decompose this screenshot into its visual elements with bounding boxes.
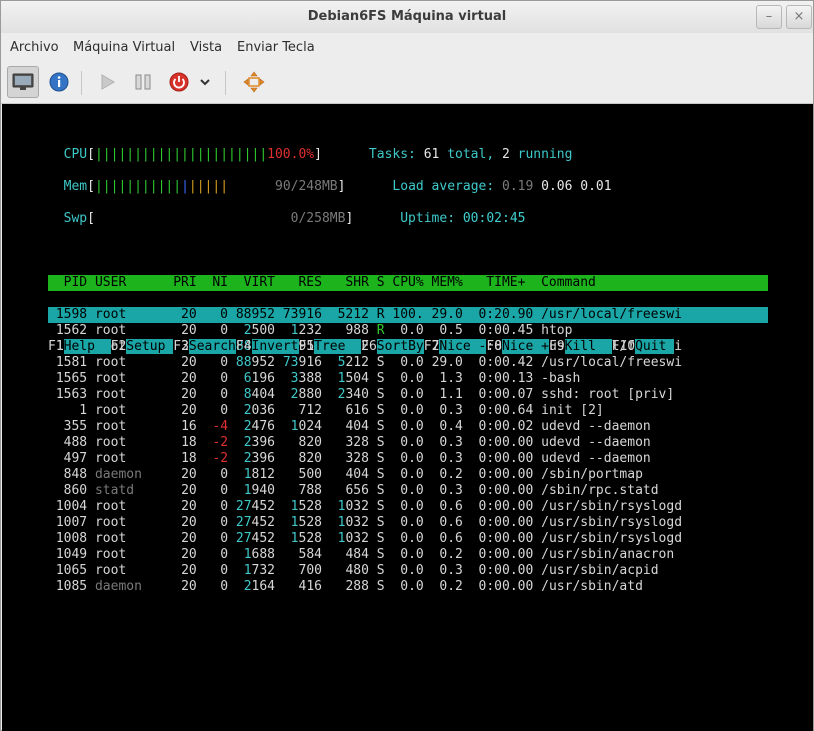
process-row[interactable]: 848 daemon 20 0 1812 500 404 S 0.0 0.2 0…: [48, 467, 768, 483]
menu-enviar-tecla[interactable]: Enviar Tecla: [237, 40, 315, 55]
pause-button[interactable]: [127, 66, 159, 98]
fkey-f3[interactable]: F3: [173, 339, 189, 354]
fkey-f10[interactable]: F10: [612, 339, 635, 354]
process-row[interactable]: 1598 root 20 0 88952 73916 5212 R 100. 2…: [48, 307, 768, 323]
fkey-label[interactable]: SortBy: [376, 339, 424, 354]
fullscreen-button[interactable]: [238, 66, 270, 98]
selected-process-row[interactable]: 1598 root 20 0 88952 73916 5212 R 100. 2…: [48, 307, 768, 323]
menu-bar: Archivo Máquina Virtual Vista Enviar Tec…: [1, 33, 813, 63]
fkey-label[interactable]: Search: [188, 339, 236, 354]
toolbar-separator: [81, 71, 82, 95]
process-row[interactable]: 1049 root 20 0 1688 584 484 S 0.0 0.2 0:…: [48, 547, 768, 563]
menu-archivo[interactable]: Archivo: [10, 40, 59, 55]
fkey-f2[interactable]: F2: [111, 339, 127, 354]
fkey-f9[interactable]: F9: [549, 339, 565, 354]
process-row[interactable]: 1563 root 20 0 8404 2880 2340 S 0.0 1.1 …: [48, 387, 768, 403]
process-row[interactable]: 1008 root 20 0 27452 1528 1032 S 0.0 0.6…: [48, 531, 768, 547]
process-row[interactable]: 497 root 18 -2 2396 820 328 S 0.0 0.3 0:…: [48, 451, 768, 467]
close-button[interactable]: ×: [786, 5, 812, 29]
process-row[interactable]: 1562 root 20 0 2500 1232 988 R 0.0 0.5 0…: [48, 323, 768, 339]
menu-maquina-virtual[interactable]: Máquina Virtual: [73, 40, 175, 55]
process-table-header[interactable]: PID USER PRI NI VIRT RES SHR S CPU% MEM%…: [48, 275, 768, 291]
fkey-label[interactable]: Help: [63, 339, 111, 354]
dropdown-chevron-icon: [200, 79, 210, 86]
fkey-label[interactable]: Nice -: [439, 339, 487, 354]
process-row[interactable]: 355 root 16 -4 2476 1024 404 S 0.0 0.4 0…: [48, 419, 768, 435]
run-button[interactable]: [91, 66, 123, 98]
swap-meter: Swp[ 0/258MB] Uptime: 00:02:45: [63, 211, 526, 226]
info-icon: [49, 72, 69, 92]
play-icon: [101, 74, 115, 90]
process-row[interactable]: 1581 root 20 0 88952 73916 5212 S 0.0 29…: [48, 355, 768, 371]
fkey-f5[interactable]: F5: [299, 339, 315, 354]
toolbar-separator: [225, 71, 226, 95]
fkey-label[interactable]: Quit: [635, 339, 675, 354]
pause-icon: [135, 74, 151, 90]
fkey-f6[interactable]: F6: [361, 339, 377, 354]
shutdown-button[interactable]: [163, 66, 195, 98]
power-icon: [169, 72, 189, 92]
vm-window: Debian6FS Máquina virtual – × Archivo Má…: [0, 0, 814, 731]
fkey-f8[interactable]: F8: [486, 339, 502, 354]
fkey-label[interactable]: Invert: [251, 339, 299, 354]
process-row[interactable]: 1065 root 20 0 1732 700 480 S 0.0 0.3 0:…: [48, 563, 768, 579]
function-key-bar: F1Help F2Setup F3SearchF4InvertF5Tree F6…: [48, 339, 768, 355]
fkey-f4[interactable]: F4: [236, 339, 252, 354]
console-icon: [12, 73, 34, 90]
process-row[interactable]: 1565 root 20 0 6196 3388 1504 S 0.0 1.3 …: [48, 371, 768, 387]
cpu-meter: CPU[||||||||||||||||||||||100.0%] Tasks:…: [63, 147, 573, 162]
process-row[interactable]: 1085 daemon 20 0 2164 416 288 S 0.0 0.2 …: [48, 579, 768, 595]
process-row[interactable]: 488 root 18 -2 2396 820 328 S 0.0 0.3 0:…: [48, 435, 768, 451]
mem-meter: Mem[||||||||||||||||| 90/248MB] Load ave…: [63, 179, 612, 194]
minimize-button[interactable]: –: [756, 5, 782, 29]
window-title: Debian6FS Máquina virtual: [307, 9, 507, 24]
console-button[interactable]: [7, 66, 39, 98]
fkey-label[interactable]: Tree: [314, 339, 362, 354]
process-row[interactable]: 1 root 20 0 2036 712 616 S 0.0 0.3 0:00.…: [48, 403, 768, 419]
toolbar: [1, 63, 813, 104]
title-bar[interactable]: Debian6FS Máquina virtual – ×: [1, 1, 813, 33]
htop-terminal[interactable]: CPU[||||||||||||||||||||||100.0%] Tasks:…: [48, 131, 768, 594]
shutdown-menu-button[interactable]: [195, 66, 215, 98]
process-row[interactable]: 860 statd 20 0 1940 788 656 S 0.0 0.3 0:…: [48, 483, 768, 499]
fkey-label[interactable]: Nice +: [502, 339, 549, 354]
details-button[interactable]: [43, 66, 75, 98]
fullscreen-icon: [243, 71, 265, 93]
fkey-f1[interactable]: F1: [48, 339, 64, 354]
process-row[interactable]: 1004 root 20 0 27452 1528 1032 S 0.0 0.6…: [48, 499, 768, 515]
fkey-f7[interactable]: F7: [424, 339, 440, 354]
fkey-label[interactable]: Setup: [126, 339, 174, 354]
menu-vista[interactable]: Vista: [190, 40, 222, 55]
process-row[interactable]: 1007 root 20 0 27452 1528 1032 S 0.0 0.6…: [48, 515, 768, 531]
fkey-label[interactable]: Kill: [564, 339, 612, 354]
process-list: 1598 root 20 0 88952 73916 5212 R 100. 2…: [48, 307, 768, 594]
